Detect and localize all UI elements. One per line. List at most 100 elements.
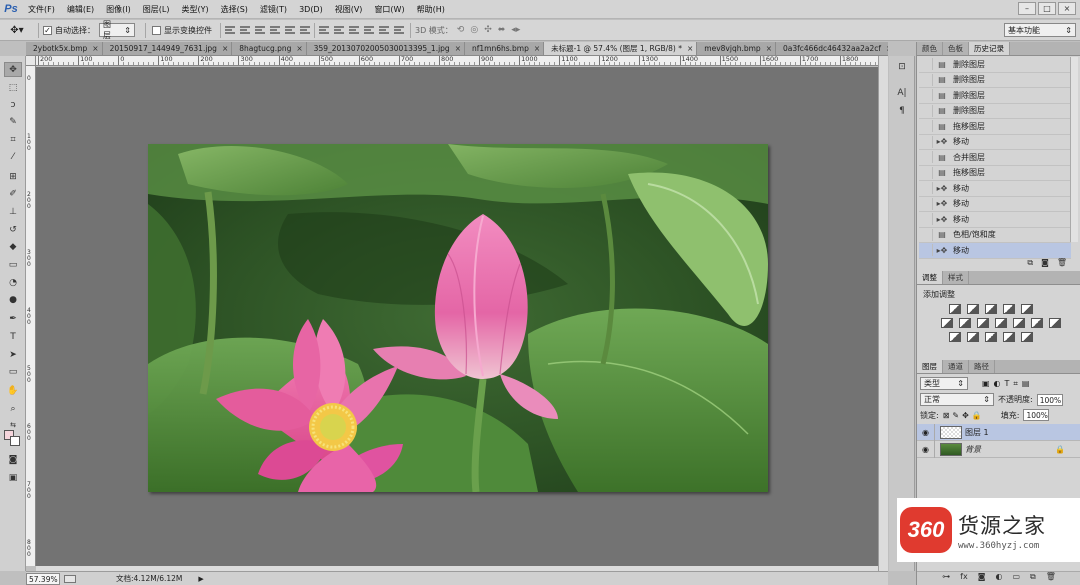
history-source-checkbox[interactable]: [921, 89, 933, 102]
gradient-map-icon[interactable]: [1021, 332, 1033, 342]
history-item[interactable]: ▤ 删除图层: [919, 57, 1071, 73]
curves-icon[interactable]: [985, 304, 997, 314]
posterize-icon[interactable]: [967, 332, 979, 342]
history-item[interactable]: ▤ 删除图层: [919, 104, 1071, 119]
pen-tool-icon[interactable]: ✒: [4, 311, 22, 326]
history-source-checkbox[interactable]: [921, 151, 933, 164]
color-lookup-icon[interactable]: [1031, 318, 1043, 328]
dodge-tool-icon[interactable]: ●: [4, 292, 22, 307]
gradient-tool-icon[interactable]: ▭: [4, 257, 22, 272]
rectangle-tool-icon[interactable]: ▭: [4, 364, 22, 379]
panel-tab[interactable]: 通道: [943, 360, 969, 373]
new-layer-icon[interactable]: ⧉: [1030, 572, 1036, 585]
visibility-eye-icon[interactable]: ◉: [917, 440, 935, 458]
screen-mode-icon[interactable]: ▣: [4, 470, 22, 485]
paragraph-panel-icon[interactable]: ¶: [894, 104, 910, 118]
brush-tool-icon[interactable]: ✐: [4, 186, 22, 201]
move-tool-preset-icon[interactable]: ✥▾: [0, 22, 34, 39]
auto-select-checkbox[interactable]: ✓: [43, 25, 52, 35]
eyedropper-tool-icon[interactable]: ⁄: [4, 149, 22, 164]
close-tab-icon[interactable]: ×: [766, 42, 772, 55]
align-right-icon[interactable]: [300, 25, 310, 35]
invert-icon[interactable]: [949, 332, 961, 342]
history-source-checkbox[interactable]: [921, 73, 933, 86]
close-tab-icon[interactable]: ×: [222, 42, 228, 55]
history-source-checkbox[interactable]: [921, 104, 933, 117]
close-tab-icon[interactable]: ×: [296, 42, 302, 55]
history-scrollbar[interactable]: [1070, 57, 1078, 242]
quick-mask-icon[interactable]: ◙: [4, 452, 22, 467]
3d-pan-icon[interactable]: ✣: [484, 25, 492, 35]
fill-field[interactable]: 100%: [1023, 409, 1050, 421]
eraser-tool-icon[interactable]: ◆: [4, 239, 22, 254]
opacity-field[interactable]: 100%: [1036, 393, 1063, 406]
color-balance-icon[interactable]: [959, 318, 971, 328]
history-item[interactable]: ▤ 删除图层: [919, 73, 1071, 88]
zoom-level-field[interactable]: 57.39%: [26, 572, 60, 585]
exposure-icon[interactable]: [1003, 304, 1015, 314]
status-menu-arrow-icon[interactable]: ▶: [198, 575, 203, 583]
distribute-hcenter-icon[interactable]: [379, 25, 389, 35]
panel-tab[interactable]: 图层: [917, 360, 943, 373]
workspace-dropdown[interactable]: 基本功能 ⇕: [1004, 23, 1076, 37]
3d-slide-icon[interactable]: ⬌: [498, 25, 506, 35]
healing-brush-tool-icon[interactable]: ⊞: [4, 169, 22, 184]
panel-tab[interactable]: 历史记录: [969, 42, 1010, 55]
menu-item[interactable]: 视图(V): [329, 0, 369, 19]
close-tab-icon[interactable]: ×: [92, 42, 98, 55]
levels-icon[interactable]: [967, 304, 979, 314]
status-info-icon[interactable]: [64, 574, 76, 583]
black-white-icon[interactable]: [977, 318, 989, 328]
color-lookup-grid-icon[interactable]: [1049, 318, 1061, 328]
path-select-tool-icon[interactable]: ➤: [4, 347, 22, 362]
history-source-checkbox[interactable]: [921, 182, 933, 195]
panel-tab[interactable]: 颜色: [917, 42, 943, 55]
minimize-button[interactable]: –: [1018, 2, 1036, 15]
panel-tab[interactable]: 调整: [917, 271, 943, 284]
history-source-checkbox[interactable]: [921, 244, 933, 257]
document-tab[interactable]: 359_20130702005030013395_1.jpg ×: [306, 42, 465, 55]
history-source-checkbox[interactable]: [921, 58, 933, 71]
history-panel-icon[interactable]: ⊡: [894, 60, 910, 74]
distribute-vcenter-icon[interactable]: [334, 25, 344, 35]
history-item[interactable]: ▤ 拖移图层: [919, 166, 1071, 181]
vertical-scrollbar[interactable]: [878, 56, 888, 571]
layer-filter-dropdown[interactable]: 类型 ⇕: [920, 377, 968, 390]
brightness-contrast-icon[interactable]: [949, 304, 961, 314]
3d-roll-icon[interactable]: ◎: [470, 25, 478, 35]
document-tab[interactable]: 2ybotk5x.bmp ×: [26, 42, 103, 55]
vibrance-icon[interactable]: [1021, 304, 1033, 314]
3d-rotate-icon[interactable]: ⟲: [457, 25, 465, 35]
visibility-eye-icon[interactable]: ◉: [917, 423, 935, 441]
auto-select-dropdown[interactable]: 图层 ⇕: [99, 20, 135, 40]
close-tab-icon[interactable]: ×: [886, 42, 888, 55]
lotus-photo[interactable]: [148, 144, 768, 492]
history-source-checkbox[interactable]: [921, 228, 933, 241]
history-item[interactable]: ▤ 拖移图层: [919, 119, 1071, 135]
layer-filter-icons[interactable]: ▣◐T⌗▤: [982, 379, 1034, 389]
distribute-right-icon[interactable]: [394, 25, 404, 35]
history-item[interactable]: ▸✥ 移动: [919, 135, 1071, 150]
character-panel-icon[interactable]: A|: [894, 86, 910, 100]
menu-item[interactable]: 滤镜(T): [254, 0, 293, 19]
lasso-tool-icon[interactable]: ↄ: [4, 97, 22, 112]
lock-icons[interactable]: ⊠✎✥🔒: [943, 411, 985, 420]
history-item[interactable]: ▸✥ 移动: [919, 197, 1071, 212]
blend-mode-dropdown[interactable]: 正常 ⇕: [920, 393, 994, 406]
history-brush-tool-icon[interactable]: ↺: [4, 222, 22, 237]
document-tab[interactable]: 20150917_144949_7631.jpg ×: [102, 42, 233, 55]
blur-tool-icon[interactable]: ◔: [4, 275, 22, 290]
canvas-area[interactable]: [36, 67, 878, 566]
close-tab-icon[interactable]: ×: [534, 42, 540, 55]
distribute-top-icon[interactable]: [319, 25, 329, 35]
delete-layer-icon[interactable]: 🗑: [1046, 572, 1056, 585]
layer-row[interactable]: ◉ 图层 1: [917, 423, 1080, 441]
maximize-button[interactable]: □: [1038, 2, 1056, 15]
close-button[interactable]: ×: [1058, 2, 1076, 15]
align-bottom-icon[interactable]: [255, 25, 265, 35]
type-tool-icon[interactable]: T: [4, 329, 22, 344]
document-tab[interactable]: 0a3fc466dc46432aa2a2cf ×: [775, 42, 888, 55]
layer-style-icon[interactable]: fx: [960, 572, 968, 585]
new-document-from-state-icon[interactable]: ⧉: [1027, 258, 1033, 270]
panel-tab[interactable]: 色板: [943, 42, 969, 55]
